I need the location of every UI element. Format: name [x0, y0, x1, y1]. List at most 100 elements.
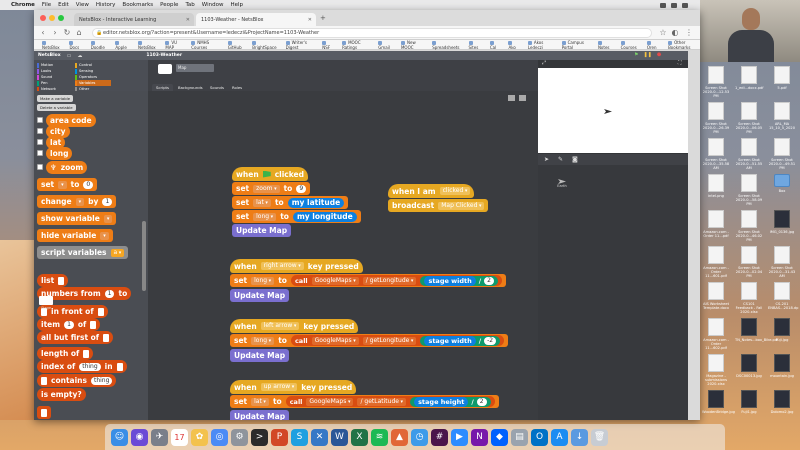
bookmark-item[interactable]: Notes [598, 40, 612, 50]
value-slot[interactable]: 2 [484, 276, 494, 285]
scripting-area[interactable]: whenclicked setzoomto9 setlattomy latitu… [148, 91, 538, 420]
desktop-file-icon[interactable]: Screen Shot 2020-0...26.39 PM [702, 102, 730, 134]
all-but-first-block[interactable]: all but first of [37, 331, 114, 344]
tab-roles[interactable]: Roles [228, 84, 246, 91]
desktop-file-icon[interactable]: Screen Shot 2020-0...58.09 PM [735, 174, 763, 206]
divide-reporter[interactable]: stage width/2 [420, 275, 498, 286]
launchpad-icon[interactable]: ✈ [151, 428, 168, 446]
value-slot[interactable]: 2 [476, 397, 487, 406]
corral-stage[interactable]: Stage [36, 296, 56, 310]
tab-weather[interactable]: 1103-Weather - NetsBlox ✕ [196, 13, 316, 26]
desktop-file-icon[interactable]: Screen Shot 2020-0...12.53 PM [702, 66, 730, 98]
set-lat-block[interactable]: setlattomy latitude [232, 196, 349, 209]
wifi-icon[interactable] [660, 2, 666, 8]
bookmark-item[interactable]: NetsBlox [138, 40, 156, 50]
set-from-googlemaps-block[interactable]: setlongtocallGoogleMaps/ getLongitudesta… [230, 274, 506, 287]
list-slot[interactable] [97, 307, 104, 316]
update-map-block[interactable]: Update Map [230, 349, 290, 362]
presentation-mode-icon[interactable]: ⛶ [678, 60, 682, 66]
item-of-block[interactable]: item 1 of [37, 318, 101, 331]
call-rpc-block[interactable]: callGoogleMaps/ getLongitudestage width/… [290, 275, 502, 286]
stage-size-reporter[interactable]: stage width [424, 275, 476, 286]
call-rpc-block[interactable]: callGoogleMaps/ getLongitudestage width/… [290, 335, 505, 346]
bookmark-item[interactable]: Writer's Digest [286, 40, 314, 50]
clean-up-icon[interactable] [519, 95, 526, 101]
hide-variable-block[interactable]: hide variable [37, 229, 113, 242]
var-dropdown[interactable]: lat [251, 397, 269, 406]
pause-icon[interactable]: ❚❚ [643, 52, 651, 58]
netsblox-logo[interactable]: NetsBlox [38, 53, 61, 58]
desktop-file-icon[interactable]: Screen Shot 2020-0...46.02 PM [735, 210, 763, 242]
desktop-file-icon[interactable]: Amazon.com - Order 11...601.pdf [702, 246, 730, 278]
paintbrush-icon[interactable]: ✎ [558, 156, 563, 163]
matlab-icon[interactable]: ▲ [391, 428, 408, 446]
settings-icon[interactable]: ⚙ [231, 428, 248, 446]
var-dropdown[interactable]: lat [253, 198, 271, 207]
value-slot[interactable] [41, 408, 47, 417]
bookmark-item[interactable]: Docs [69, 40, 81, 50]
menubar-item-help[interactable]: Help [230, 2, 243, 8]
update-map-block[interactable]: Update Map [232, 224, 292, 237]
finder-icon[interactable]: ☺ [111, 428, 128, 446]
bookmark-item[interactable]: VU MAP [165, 40, 182, 50]
broadcast-block[interactable]: broadcast Map Clicked [388, 199, 489, 212]
bookmark-item[interactable]: Courses [621, 40, 638, 50]
bookmark-item[interactable]: Other Bookmarks [668, 40, 700, 50]
desktop-file-icon[interactable]: Screen Shot 2020-0...02.04 PM [735, 246, 763, 278]
word-icon[interactable]: W [331, 428, 348, 446]
rpc-dropdown[interactable]: / getLongitude [362, 276, 417, 285]
tab-backgrounds[interactable]: Backgrounds [174, 84, 207, 91]
appstore-icon[interactable]: A [551, 428, 568, 446]
desktop-file-icon[interactable]: Screen Shot 2020-0...06.05 PM [735, 102, 763, 134]
palette-scrollbar[interactable] [142, 221, 146, 291]
desktop-file-icon[interactable]: 5.pdf [768, 66, 796, 90]
when-key-pressed-hat[interactable]: whenright arrowkey pressed [230, 259, 363, 273]
stage-size-icon[interactable]: ⤢ [542, 60, 546, 66]
divide-reporter[interactable]: stage height/2 [410, 396, 491, 407]
desktop-file-icon[interactable]: Magazine - submissions 2020.xlsx [702, 354, 730, 386]
desktop-file-icon[interactable]: AIS Worksheet Template.docx [702, 282, 730, 310]
key-dropdown[interactable]: up arrow [260, 383, 298, 391]
rpc-dropdown[interactable]: / getLongitude [362, 336, 417, 345]
file-icon[interactable]: ▭ [67, 53, 72, 59]
desktop-file-icon[interactable]: Screen Shot 2020-0...51.55 AM [735, 138, 763, 170]
bookmark-item[interactable]: NetsBlox [42, 40, 60, 50]
desktop-file-icon[interactable]: WoodenBridge.jpg [702, 390, 735, 414]
photos-icon[interactable]: ✿ [191, 428, 208, 446]
home-icon[interactable]: ⌂ [74, 28, 84, 38]
bookmark-item[interactable]: NSF [322, 40, 333, 50]
make-variable-button[interactable]: Make a variable [37, 95, 74, 102]
stop-icon[interactable]: ⬣ [657, 52, 661, 58]
green-flag-icon[interactable]: ⚑ [634, 52, 638, 58]
set-zoom-block[interactable]: setzoomto9 [232, 182, 311, 195]
watcher-checkbox[interactable] [37, 164, 43, 170]
menubar-item-view[interactable]: View [76, 2, 89, 8]
chrome-icon[interactable]: ◎ [211, 428, 228, 446]
desktop-file-icon[interactable]: intel.png [702, 174, 730, 198]
set-from-googlemaps-block[interactable]: setlongtocallGoogleMaps/ getLongitudesta… [230, 334, 509, 347]
outlook-icon[interactable]: O [531, 428, 548, 446]
desktop-file-icon[interactable]: CS-201 ENBAS...2018.dp [768, 282, 798, 310]
list-reporter-block[interactable]: list [37, 274, 69, 287]
powerpoint-icon[interactable]: P [271, 428, 288, 446]
list-slot[interactable] [90, 320, 97, 329]
menubar-item-window[interactable]: Window [202, 2, 224, 8]
onenote-icon[interactable]: N [471, 428, 488, 446]
delete-variable-button[interactable]: Delete a variable [37, 104, 76, 111]
value-slot[interactable]: thing [79, 362, 101, 371]
desktop-file-icon[interactable]: DSC00013.jpg [735, 354, 763, 378]
call-rpc-block[interactable]: callGoogleMaps/ getLatitudestage height/… [285, 396, 495, 407]
camera-icon[interactable]: ◙ [572, 156, 578, 163]
list-slot[interactable] [103, 333, 110, 342]
bookmark-item[interactable]: Cal [490, 40, 500, 50]
desktop-file-icon[interactable]: Dolomo2.jpg [768, 390, 796, 414]
star-icon[interactable]: ☆ [658, 28, 668, 38]
bookmark-item[interactable]: Doodle [91, 40, 107, 50]
bookmark-item[interactable]: Sites [469, 40, 481, 50]
value-slot[interactable]: -2 [484, 336, 497, 345]
tab-close-icon[interactable]: ✕ [308, 17, 312, 23]
slack-icon[interactable]: # [431, 428, 448, 446]
change-var-block[interactable]: change by1 [37, 195, 117, 208]
tab-close-icon[interactable]: ✕ [186, 17, 190, 23]
var-dropdown[interactable]: long [251, 336, 275, 345]
